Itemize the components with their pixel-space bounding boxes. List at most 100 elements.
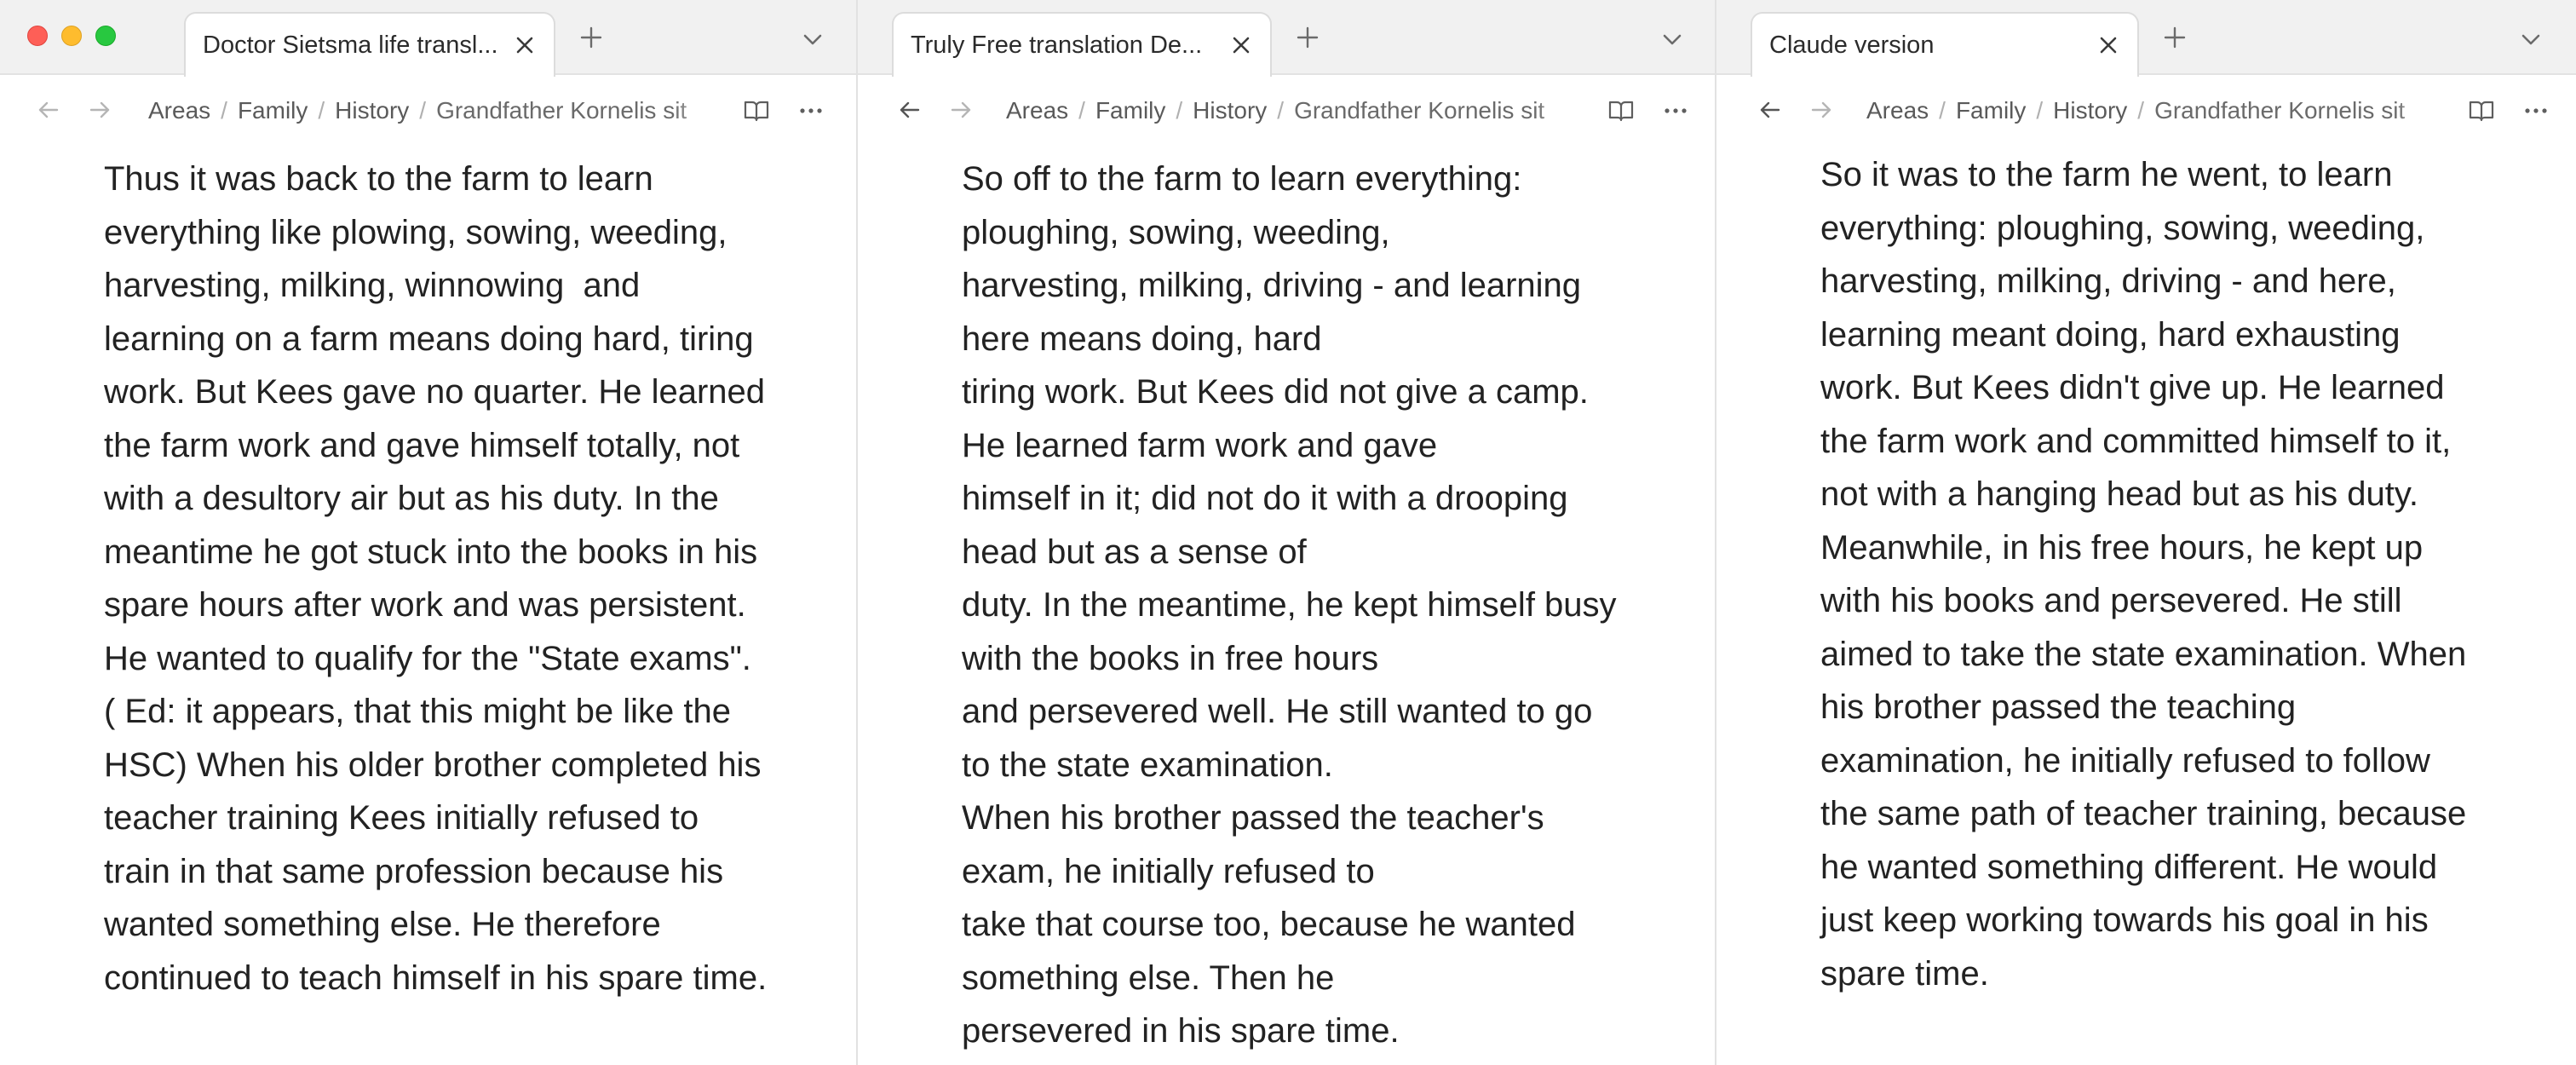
breadcrumb-separator: / bbox=[1939, 97, 1946, 124]
breadcrumb-fade bbox=[1534, 92, 1585, 130]
text-line: When his brother passed the teacher's bbox=[962, 799, 1544, 837]
text-line: meantime he got stuck into the books in … bbox=[104, 532, 758, 571]
breadcrumb: Areas / Family / History / Grandfather K… bbox=[148, 94, 719, 128]
text-line: work. But Kees didn't give up. He learne… bbox=[1820, 369, 2445, 406]
text-line: learning meant doing, hard exhausting bbox=[1820, 315, 2401, 354]
book-open-icon[interactable] bbox=[741, 95, 772, 126]
breadcrumb-item-areas[interactable]: Areas bbox=[1866, 97, 1929, 124]
view-header: Areas / Family / History / Grandfather K… bbox=[0, 77, 856, 141]
text-line: and persevered well. He still wanted to … bbox=[962, 693, 1593, 730]
arrow-left-icon[interactable] bbox=[1756, 95, 1785, 124]
chevron-down-icon[interactable] bbox=[1655, 22, 1689, 56]
text-line: train in that same profession because hi… bbox=[104, 852, 724, 890]
close-icon[interactable] bbox=[2093, 30, 2124, 60]
breadcrumb-item-note-title[interactable]: Grandfather Kornelis sit bbox=[1294, 97, 1544, 124]
chevron-down-icon[interactable] bbox=[796, 22, 830, 56]
breadcrumb-separator: / bbox=[2036, 97, 2044, 124]
close-icon[interactable] bbox=[509, 30, 540, 60]
pane-2: Truly Free translation De... Areas / Fam… bbox=[858, 0, 1716, 1065]
arrow-left-icon[interactable] bbox=[34, 95, 63, 124]
breadcrumb-item-areas[interactable]: Areas bbox=[148, 97, 210, 124]
arrow-left-icon[interactable] bbox=[895, 95, 924, 124]
view-header: Areas / Family / History / Grandfather K… bbox=[858, 77, 1715, 141]
breadcrumb-item-note-title[interactable]: Grandfather Kornelis sit bbox=[436, 97, 687, 124]
text-line: exam, he initially refused to bbox=[962, 852, 1375, 890]
tab-active[interactable]: Claude version bbox=[1751, 12, 2139, 77]
tab-title: Truly Free translation De... bbox=[911, 31, 1203, 59]
text-line: everything: ploughing, sowing, weeding, bbox=[1820, 209, 2425, 247]
breadcrumb: Areas / Family / History / Grandfather K… bbox=[1006, 94, 1582, 128]
text-line: himself in it; did not do it with a droo… bbox=[962, 480, 1568, 517]
note-paragraph: So it was to the farm he went, to learn … bbox=[1820, 148, 2466, 1000]
breadcrumb-fade bbox=[673, 92, 724, 130]
text-line: HSC) When his older brother completed hi… bbox=[104, 746, 762, 784]
text-line: Meanwhile, in his free hours, he kept up bbox=[1820, 528, 2424, 567]
text-line: with the books in free hours bbox=[962, 639, 1379, 677]
view-header: Areas / Family / History / Grandfather K… bbox=[1716, 77, 2576, 141]
breadcrumb-separator: / bbox=[318, 97, 325, 124]
more-horizontal-icon[interactable] bbox=[796, 95, 826, 126]
plus-icon[interactable] bbox=[2158, 20, 2192, 55]
arrow-right-icon[interactable] bbox=[85, 95, 114, 124]
breadcrumb-separator: / bbox=[1176, 97, 1183, 124]
breadcrumb-separator: / bbox=[419, 97, 427, 124]
text-line: harvesting, milking, driving - and learn… bbox=[962, 267, 1582, 304]
breadcrumb-item-note-title[interactable]: Grandfather Kornelis sit bbox=[2154, 97, 2405, 124]
text-line: with his books and persevered. He still bbox=[1820, 582, 2402, 619]
text-line: He wanted to qualify for the "State exam… bbox=[104, 639, 751, 677]
text-line: ploughing, sowing, weeding, bbox=[962, 213, 1390, 251]
plus-icon[interactable] bbox=[1291, 20, 1325, 55]
book-open-icon[interactable] bbox=[1606, 95, 1636, 126]
breadcrumb-separator: / bbox=[1277, 97, 1285, 124]
text-line: not with a hanging head but as his duty. bbox=[1820, 475, 2418, 513]
breadcrumb-item-family[interactable]: Family bbox=[1956, 97, 2026, 124]
text-line: ( Ed: it appears, that this might be lik… bbox=[104, 693, 731, 730]
text-line: spare hours after work and was persisten… bbox=[104, 586, 746, 624]
window-close-button[interactable] bbox=[27, 26, 48, 46]
more-horizontal-icon[interactable] bbox=[1660, 95, 1691, 126]
text-line: learning on a farm means doing hard, tir… bbox=[104, 320, 754, 358]
close-icon[interactable] bbox=[1226, 30, 1256, 60]
tab-active[interactable]: Doctor Sietsma life transl... bbox=[184, 12, 555, 77]
window-zoom-button[interactable] bbox=[95, 26, 116, 46]
book-open-icon[interactable] bbox=[2466, 95, 2497, 126]
text-line: everything like plowing, sowing, weeding… bbox=[104, 213, 727, 251]
arrow-right-icon[interactable] bbox=[946, 95, 975, 124]
breadcrumb-item-family[interactable]: Family bbox=[1095, 97, 1165, 124]
tab-bar: Doctor Sietsma life transl... bbox=[0, 0, 856, 77]
breadcrumb-separator: / bbox=[221, 97, 227, 124]
text-line: the same path of teacher training, becau… bbox=[1820, 795, 2467, 832]
text-line: So off to the farm to learn everything: bbox=[962, 160, 1522, 198]
workspace: Doctor Sietsma life transl... Areas / Fa… bbox=[0, 0, 2576, 1065]
text-line: to the state examination. bbox=[962, 746, 1333, 784]
text-line: examination, he initially refused to fol… bbox=[1820, 741, 2430, 780]
breadcrumb-item-history[interactable]: History bbox=[2053, 97, 2127, 124]
breadcrumb-item-areas[interactable]: Areas bbox=[1006, 97, 1068, 124]
text-line: duty. In the meantime, he kept himself b… bbox=[962, 586, 1617, 624]
breadcrumb-item-history[interactable]: History bbox=[1193, 97, 1267, 124]
text-line: the farm work and committed himself to i… bbox=[1820, 422, 2452, 460]
text-line: continued to teach himself in his spare … bbox=[104, 958, 768, 997]
arrow-right-icon[interactable] bbox=[1807, 95, 1836, 124]
window-minimize-button[interactable] bbox=[61, 26, 82, 46]
tab-title: Doctor Sietsma life transl... bbox=[203, 31, 498, 59]
text-line: wanted something else. He therefore bbox=[104, 906, 661, 943]
note-paragraph: Thus it was back to the farm to learn ev… bbox=[104, 153, 767, 1005]
note-paragraph: So off to the farm to learn everything: … bbox=[962, 153, 1617, 1058]
text-line: He learned farm work and gave bbox=[962, 426, 1438, 464]
tab-title: Claude version bbox=[1769, 31, 1935, 59]
text-line: spare time. bbox=[1820, 954, 1989, 993]
breadcrumb-item-history[interactable]: History bbox=[335, 97, 409, 124]
breadcrumb-item-family[interactable]: Family bbox=[238, 97, 308, 124]
more-horizontal-icon[interactable] bbox=[2521, 95, 2551, 126]
text-line: his brother passed the teaching bbox=[1820, 688, 2297, 726]
text-line: So it was to the farm he went, to learn bbox=[1820, 156, 2393, 193]
pane-1: Doctor Sietsma life transl... Areas / Fa… bbox=[0, 0, 858, 1065]
plus-icon[interactable] bbox=[574, 20, 608, 55]
tab-active[interactable]: Truly Free translation De... bbox=[892, 12, 1272, 77]
chevron-down-icon[interactable] bbox=[2514, 22, 2548, 56]
breadcrumb-separator: / bbox=[1078, 97, 1085, 124]
text-line: aimed to take the state examination. Whe… bbox=[1820, 635, 2467, 673]
breadcrumb-separator: / bbox=[2137, 97, 2145, 124]
text-line: here means doing, hard bbox=[962, 320, 1322, 358]
